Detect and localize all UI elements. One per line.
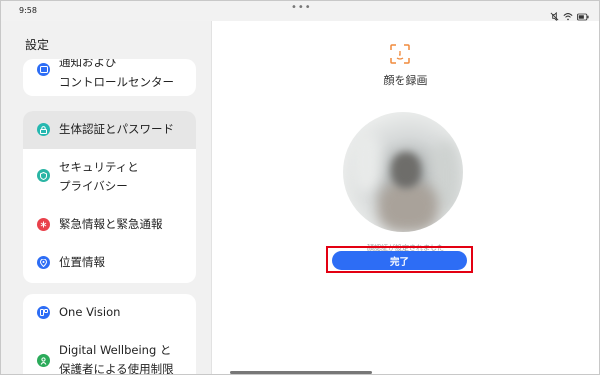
asterisk-icon: [37, 218, 50, 231]
app-window: 9:58 ••• 設定 通知および コントロールセンター 生体認証とパスワード …: [0, 0, 600, 375]
sidebar-item-label: 位置情報: [59, 255, 105, 269]
sidebar-item-label: 生体認証とパスワード: [59, 122, 174, 136]
done-button[interactable]: 完了: [332, 251, 467, 270]
sidebar-item-digital-wellbeing[interactable]: Digital Wellbeing と 保護者による使用制限: [23, 334, 196, 375]
sidebar-item-location[interactable]: 位置情報: [23, 245, 196, 281]
sidebar-item-label-2: コントロールセンター: [59, 75, 174, 89]
face-recording-panel: 顔を録画 顔認証が設定されました 完了: [212, 21, 599, 374]
status-bar: 9:58 •••: [1, 1, 599, 22]
page-title: 顔を録画: [383, 74, 428, 87]
sidebar-group-2: 生体認証とパスワード セキュリティと プライバシー 緊急情報と緊急通報 位置情報: [23, 111, 196, 283]
multitask-dots[interactable]: •••: [291, 2, 312, 13]
wellbeing-icon: [37, 354, 50, 367]
sidebar-item-label: Digital Wellbeing と: [59, 343, 172, 357]
home-indicator[interactable]: [230, 371, 372, 374]
settings-sidebar: 設定 通知および コントロールセンター 生体認証とパスワード セキュリティと プ…: [1, 21, 211, 375]
location-icon: [37, 256, 50, 269]
sidebar-item-label-2: プライバシー: [59, 179, 128, 193]
sidebar-title: 設定: [25, 38, 50, 52]
shield-icon: [37, 169, 50, 182]
sidebar-item-label: One Vision: [59, 305, 121, 319]
sidebar-group-3: One Vision Digital Wellbeing と 保護者による使用制…: [23, 294, 196, 375]
sidebar-item-label-2: 保護者による使用制限: [59, 362, 174, 375]
notification-icon: [37, 63, 50, 76]
sidebar-group-1: 通知および コントロールセンター: [23, 59, 196, 96]
sidebar-item-biometrics[interactable]: 生体認証とパスワード: [23, 111, 196, 149]
status-time: 9:58: [19, 6, 37, 15]
sidebar-item-label: 緊急情報と緊急通報: [59, 217, 163, 231]
sidebar-item-label: 通知および: [59, 59, 117, 69]
face-scan-icon: [389, 43, 411, 65]
sidebar-item-label: セキュリティと: [59, 160, 139, 174]
one-vision-icon: [37, 306, 50, 319]
sidebar-item-notifications[interactable]: 通知および コントロールセンター: [23, 59, 196, 96]
lock-icon: [37, 123, 50, 136]
sidebar-item-security[interactable]: セキュリティと プライバシー: [23, 153, 196, 199]
sidebar-item-emergency[interactable]: 緊急情報と緊急通報: [23, 207, 196, 243]
face-preview-image: [343, 112, 463, 232]
sidebar-item-one-vision[interactable]: One Vision: [23, 294, 196, 330]
